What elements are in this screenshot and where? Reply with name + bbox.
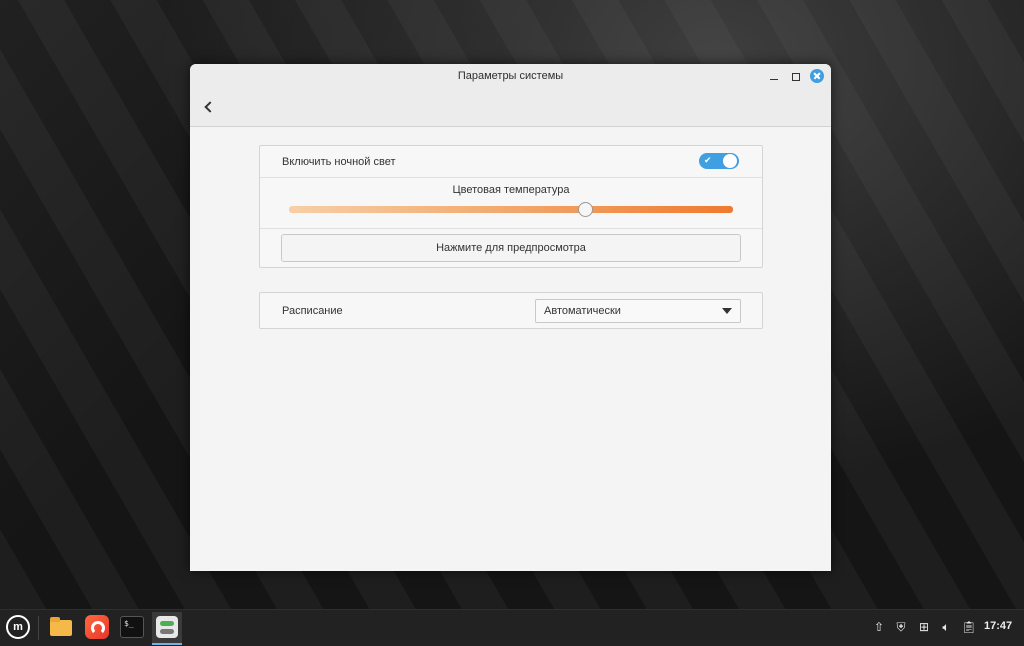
- schedule-label: Расписание: [282, 305, 343, 317]
- check-icon: ✔: [704, 155, 712, 165]
- network-icon[interactable]: ⊞: [916, 619, 932, 635]
- color-temperature-slider[interactable]: [289, 202, 733, 217]
- update-icon[interactable]: ⇧: [871, 619, 887, 635]
- shield-icon[interactable]: ⛨: [893, 619, 909, 635]
- night-light-toggle[interactable]: ✔: [699, 153, 739, 169]
- chevron-left-icon[interactable]: [200, 98, 218, 116]
- taskbar-separator: [38, 616, 39, 640]
- toggle-knob: [723, 154, 737, 168]
- maximize-icon[interactable]: [788, 69, 804, 85]
- folder-icon: [50, 617, 72, 636]
- night-light-panel: Включить ночной свет ✔ Цветовая температ…: [259, 145, 763, 268]
- system-settings-launcher[interactable]: [152, 612, 182, 645]
- chevron-down-icon: [722, 308, 732, 314]
- taskbar: m $_ ⇧ ⛨ ⊞ 🔈︎ 📋︎ 17:47: [0, 609, 1024, 646]
- system-settings-icon: [156, 616, 178, 638]
- schedule-panel: Расписание Автоматически: [259, 292, 763, 329]
- settings-window: Параметры системы Включить ночной свет ✔…: [190, 64, 831, 571]
- close-icon[interactable]: [810, 69, 824, 83]
- files-launcher[interactable]: [46, 612, 76, 643]
- schedule-dropdown[interactable]: Автоматически: [535, 299, 741, 323]
- terminal-launcher[interactable]: $_: [117, 612, 147, 643]
- enable-night-light-label: Включить ночной свет: [282, 156, 396, 168]
- firefox-icon: [85, 615, 109, 639]
- terminal-icon: $_: [120, 616, 144, 638]
- mint-logo-icon: m: [6, 615, 30, 639]
- volume-icon[interactable]: 🔈︎: [938, 619, 954, 635]
- clipboard-icon[interactable]: 📋︎: [961, 619, 977, 635]
- color-temperature-row: Цветовая температура: [260, 178, 762, 229]
- slider-thumb[interactable]: [578, 202, 594, 217]
- clock[interactable]: 17:47: [984, 620, 1012, 632]
- enable-night-light-row: Включить ночной свет ✔: [260, 146, 762, 178]
- window-titlebar: Параметры системы: [190, 64, 831, 127]
- preview-button[interactable]: Нажмите для предпросмотра: [281, 234, 741, 262]
- menu-button[interactable]: m: [2, 612, 32, 643]
- color-temperature-title: Цветовая температура: [452, 184, 570, 196]
- schedule-selected-value: Автоматически: [544, 305, 621, 317]
- firefox-launcher[interactable]: [82, 612, 112, 643]
- minimize-icon[interactable]: [766, 69, 782, 85]
- window-title: Параметры системы: [457, 70, 564, 82]
